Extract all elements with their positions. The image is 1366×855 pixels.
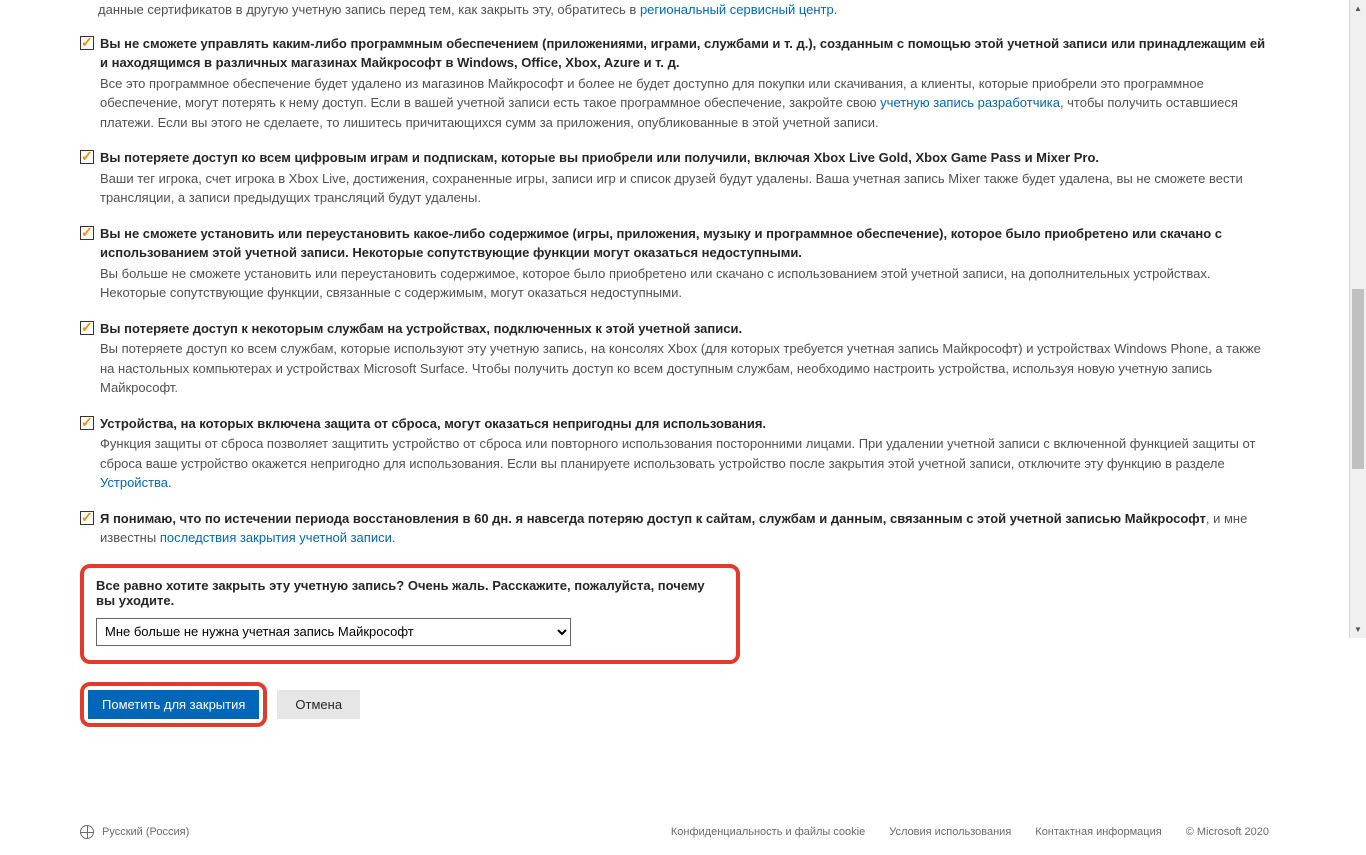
item-title: Вы не сможете установить или переустанов… bbox=[100, 224, 1269, 263]
scrollbar[interactable]: ▲ ▼ bbox=[1349, 0, 1366, 638]
item-desc-before: Вы больше не сможете установить или пере… bbox=[100, 266, 1210, 301]
footer-link-terms[interactable]: Условия использования bbox=[889, 826, 1011, 838]
checklist-item: Вы потеряете доступ ко всем цифровым игр… bbox=[80, 148, 1269, 208]
checkbox[interactable] bbox=[80, 150, 94, 164]
item-desc: Функция защиты от сброса позволяет защит… bbox=[100, 434, 1269, 493]
footer-link-privacy[interactable]: Конфиденциальность и файлы cookie bbox=[671, 826, 865, 838]
item-title: Вы потеряете доступ к некоторым службам … bbox=[100, 319, 1269, 339]
checkbox[interactable] bbox=[80, 36, 94, 50]
reason-label: Все равно хотите закрыть эту учетную зап… bbox=[96, 578, 724, 608]
item-desc-before: Ваши тег игрока, счет игрока в Xbox Live… bbox=[100, 171, 1243, 206]
item-title-link-after: . bbox=[392, 530, 396, 545]
item-desc-before: Вы потеряете доступ ко всем службам, кот… bbox=[100, 341, 1261, 395]
checklist-item: Вы потеряете доступ к некоторым службам … bbox=[80, 319, 1269, 398]
item-desc: Вы потеряете доступ ко всем службам, кот… bbox=[100, 339, 1269, 398]
button-row: Пометить для закрытия Отмена bbox=[80, 682, 1269, 727]
item-desc: Все это программное обеспечение будет уд… bbox=[100, 74, 1269, 133]
item-desc-link[interactable]: учетную запись разработчика bbox=[880, 95, 1060, 110]
scroll-up-button[interactable]: ▲ bbox=[1350, 0, 1366, 17]
item-desc-link[interactable]: Устройства bbox=[100, 475, 168, 490]
footer-copyright: © Microsoft 2020 bbox=[1186, 826, 1269, 838]
reason-select[interactable]: Мне больше не нужна учетная запись Майкр… bbox=[96, 618, 571, 646]
item-title: Вы не сможете управлять каким-либо прогр… bbox=[100, 34, 1269, 73]
item-title-text: Вы потеряете доступ к некоторым службам … bbox=[100, 321, 742, 336]
item-title: Устройства, на которых включена защита о… bbox=[100, 414, 1269, 434]
checkbox[interactable] bbox=[80, 511, 94, 525]
footer-link-contact[interactable]: Контактная информация bbox=[1035, 826, 1161, 838]
item-title: Я понимаю, что по истечении периода восс… bbox=[100, 509, 1269, 548]
item-body: Вы не сможете управлять каким-либо прогр… bbox=[100, 34, 1269, 133]
checklist-item: Вы не сможете управлять каким-либо прогр… bbox=[80, 34, 1269, 133]
consequences-link[interactable]: последствия закрытия учетной записи bbox=[160, 530, 392, 545]
item-title: Вы потеряете доступ ко всем цифровым игр… bbox=[100, 148, 1269, 168]
item-desc-after: . bbox=[168, 475, 172, 490]
intro-text: данные сертификатов в другую учетную зап… bbox=[98, 0, 1269, 20]
item-title-text: Вы потеряете доступ ко всем цифровым игр… bbox=[100, 150, 1099, 165]
intro-after: . bbox=[834, 2, 838, 17]
intro-before: данные сертификатов в другую учетную зап… bbox=[98, 2, 640, 17]
item-desc: Ваши тег игрока, счет игрока в Xbox Live… bbox=[100, 169, 1269, 208]
item-body: Вы потеряете доступ к некоторым службам … bbox=[100, 319, 1269, 398]
cancel-button[interactable]: Отмена bbox=[277, 690, 360, 719]
scroll-down-button[interactable]: ▼ bbox=[1350, 621, 1366, 638]
item-desc-before: Функция защиты от сброса позволяет защит… bbox=[100, 436, 1255, 471]
regional-center-link[interactable]: региональный сервисный центр bbox=[640, 2, 834, 17]
checklist-item: Устройства, на которых включена защита о… bbox=[80, 414, 1269, 493]
item-body: Я понимаю, что по истечении периода восс… bbox=[100, 509, 1269, 548]
checkbox[interactable] bbox=[80, 416, 94, 430]
mark-for-closure-button[interactable]: Пометить для закрытия bbox=[88, 690, 259, 719]
reason-box: Все равно хотите закрыть эту учетную зап… bbox=[80, 564, 740, 664]
item-body: Вы не сможете установить или переустанов… bbox=[100, 224, 1269, 303]
item-title-text: Вы не сможете управлять каким-либо прогр… bbox=[100, 36, 1265, 71]
globe-icon bbox=[80, 825, 94, 839]
item-desc: Вы больше не сможете установить или пере… bbox=[100, 264, 1269, 303]
footer-right: Конфиденциальность и файлы cookie Услови… bbox=[671, 826, 1269, 838]
footer-left: Русский (Россия) bbox=[80, 825, 189, 839]
item-title-text: Я понимаю, что по истечении периода восс… bbox=[100, 511, 1206, 526]
item-body: Устройства, на которых включена защита о… bbox=[100, 414, 1269, 493]
checkbox[interactable] bbox=[80, 226, 94, 240]
checklist-item: Вы не сможете установить или переустанов… bbox=[80, 224, 1269, 303]
locale-link[interactable]: Русский (Россия) bbox=[102, 826, 189, 838]
checklist-item: Я понимаю, что по истечении периода восс… bbox=[80, 509, 1269, 548]
footer: Русский (Россия) Конфиденциальность и фа… bbox=[0, 807, 1349, 855]
item-body: Вы потеряете доступ ко всем цифровым игр… bbox=[100, 148, 1269, 208]
item-title-text: Вы не сможете установить или переустанов… bbox=[100, 226, 1222, 261]
primary-highlight: Пометить для закрытия bbox=[80, 682, 267, 727]
item-title-text: Устройства, на которых включена защита о… bbox=[100, 416, 766, 431]
scroll-track[interactable] bbox=[1350, 17, 1366, 621]
checkbox[interactable] bbox=[80, 321, 94, 335]
scroll-thumb[interactable] bbox=[1352, 289, 1364, 469]
